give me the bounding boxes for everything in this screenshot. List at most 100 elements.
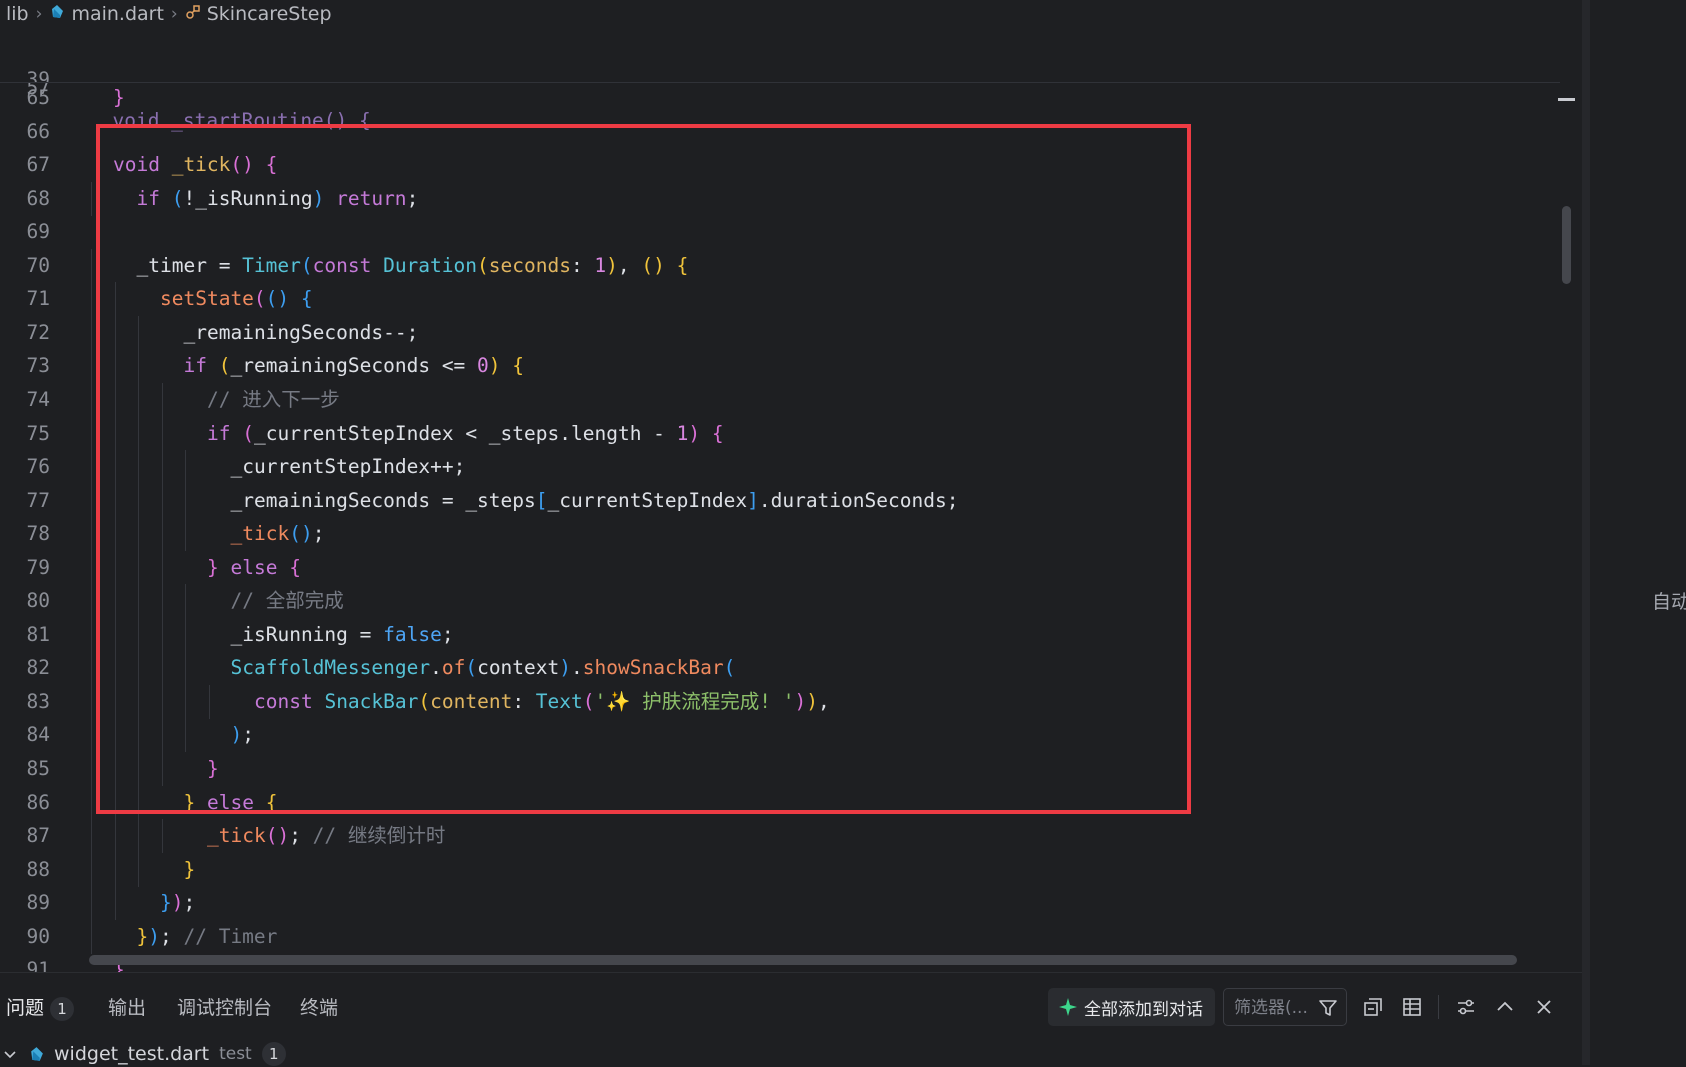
- code-line[interactable]: 73 if (_remainingSeconds <= 0) {: [0, 349, 1560, 384]
- chevron-up-icon[interactable]: [1494, 996, 1516, 1018]
- code-token: (: [218, 354, 231, 378]
- indent-guide: [91, 382, 92, 417]
- code-line[interactable]: 74 // 进入下一步: [0, 382, 1560, 417]
- code-line[interactable]: 87 _tick(); // 继续倒计时: [0, 819, 1560, 854]
- code-line[interactable]: 84);: [0, 718, 1560, 753]
- indent-guide: [114, 617, 116, 652]
- line-text: _currentStepIndex++;: [231, 450, 466, 483]
- code-token: if: [136, 186, 172, 210]
- code-line[interactable]: 67 void _tick() {: [0, 148, 1560, 181]
- line-number: 76: [26, 455, 50, 479]
- indent-guide: [161, 718, 163, 753]
- line-number: 81: [26, 622, 50, 646]
- line-number: 77: [26, 488, 50, 512]
- indent-guide: [138, 450, 139, 485]
- tab-terminal[interactable]: 终端: [300, 993, 338, 1023]
- code-line[interactable]: 89});: [0, 886, 1560, 921]
- close-icon[interactable]: [1533, 996, 1555, 1018]
- collapse-all-icon[interactable]: [1362, 996, 1384, 1018]
- code-token: _tick: [230, 522, 290, 546]
- problem-file-row[interactable]: widget_test.dart test 1: [0, 1041, 286, 1067]
- code-line[interactable]: 72 _remainingSeconds--;: [0, 315, 1560, 350]
- code-token: {: [512, 354, 525, 378]
- settings-sliders-icon[interactable]: [1455, 996, 1477, 1018]
- indent-guide: [91, 282, 92, 317]
- code-token: (: [253, 287, 266, 311]
- code-line[interactable]: 77 _remainingSeconds = _steps[_currentSte…: [0, 483, 1560, 518]
- add-all-to-chat-label: 全部添加到对话: [1084, 999, 1203, 1020]
- code-line[interactable]: 78 _tick();: [0, 517, 1560, 552]
- line-number: 65: [26, 86, 50, 109]
- code-token: _steps: [465, 488, 536, 512]
- code-token: ): [312, 186, 337, 210]
- code-token: .length: [559, 421, 654, 445]
- filter-field[interactable]: [1223, 988, 1347, 1026]
- indent-guide: [161, 819, 163, 854]
- indent-guide: [91, 651, 92, 686]
- tab-problems[interactable]: 问题 1: [6, 993, 75, 1023]
- line-text: const SnackBar(content: Text('✨ 护肤流程完成! …: [254, 685, 830, 718]
- editor-area[interactable]: lib › main.dart › SkincareStep 57 void _…: [0, 0, 1582, 981]
- code-token: {: [300, 287, 313, 311]
- code-token: .: [571, 656, 583, 680]
- breadcrumb-file[interactable]: main.dart: [71, 3, 163, 25]
- code-token: =: [218, 253, 243, 277]
- right-panel-label: 自动: [1651, 591, 1686, 613]
- code-token: (: [723, 656, 736, 680]
- code-token: :: [512, 689, 536, 713]
- code-line[interactable]: 86} else {: [0, 785, 1560, 820]
- code-token: ,: [818, 689, 830, 713]
- code-token: }: [207, 757, 219, 780]
- add-all-to-chat-button[interactable]: 全部添加到对话: [1048, 988, 1215, 1026]
- line-text: _remainingSeconds = _steps[_currentStepI…: [231, 484, 959, 517]
- tab-debug-console[interactable]: 调试控制台: [177, 993, 272, 1023]
- indent-guide: [161, 550, 163, 585]
- filter-input[interactable]: [1232, 995, 1316, 1021]
- code-line[interactable]: 76 _currentStepIndex++;: [0, 450, 1560, 485]
- indent-guide: [185, 617, 186, 652]
- tab-output[interactable]: 输出: [108, 993, 146, 1023]
- code-line[interactable]: 71 setState(() {: [0, 282, 1560, 317]
- table-view-icon[interactable]: [1401, 996, 1423, 1018]
- code-line[interactable]: 70 _timer = Timer(const Duration(seconds:…: [0, 248, 1560, 283]
- code-token: ): [688, 421, 712, 445]
- indent-guide: [138, 819, 139, 854]
- line-text: });: [160, 886, 195, 919]
- code-line[interactable]: 88}: [0, 852, 1560, 887]
- indent-guide: [91, 718, 92, 753]
- code-line[interactable]: 80 // 全部完成: [0, 584, 1560, 619]
- line-number: 89: [26, 891, 50, 915]
- code-line[interactable]: 90}); // Timer: [0, 919, 1560, 954]
- code-line[interactable]: 82 ScaffoldMessenger.of(context).showSnac…: [0, 651, 1560, 686]
- breadcrumb-symbol[interactable]: SkincareStep: [207, 3, 332, 25]
- code-line[interactable]: 85}: [0, 752, 1560, 786]
- code-line[interactable]: 83 const SnackBar(content: Text('✨ 护肤流程完成…: [0, 684, 1560, 719]
- code-line[interactable]: 79} else {: [0, 550, 1560, 585]
- code-line[interactable]: 65}: [0, 81, 1560, 114]
- code-line[interactable]: 75 if (_currentStepIndex < _steps.length …: [0, 416, 1560, 451]
- code-token: =: [441, 488, 466, 512]
- code-line[interactable]: 68 if (!_isRunning) return;: [0, 181, 1560, 216]
- code-line[interactable]: 81 _isRunning = false;: [0, 617, 1560, 652]
- code-line[interactable]: 66: [0, 115, 1560, 148]
- indent-guide: [185, 450, 186, 485]
- filter-icon[interactable]: [1318, 998, 1338, 1018]
- code-token: _currentStepIndex: [230, 455, 431, 479]
- line-text: } else {: [184, 786, 278, 819]
- horizontal-scrollbar[interactable]: [89, 955, 1517, 965]
- indent-guide: [91, 819, 92, 854]
- breadcrumb-folder[interactable]: lib: [6, 3, 29, 25]
- code-token: false: [383, 622, 442, 646]
- line-text: }); // Timer: [137, 920, 278, 953]
- vertical-scrollbar[interactable]: [1562, 206, 1571, 284]
- code-line[interactable]: 69: [0, 215, 1560, 248]
- sticky-scroll-header[interactable]: 39 class _SkincareRoutineScreenState ext…: [0, 30, 1560, 83]
- code-token: {: [676, 253, 689, 277]
- indent-guide: [114, 785, 116, 820]
- panel-divider[interactable]: [1582, 0, 1590, 1065]
- code-token: else: [230, 555, 290, 579]
- indent-guide: [114, 517, 116, 552]
- sticky-line[interactable]: 39 class _SkincareRoutineScreenState ext…: [0, 30, 1560, 82]
- code-token: '✨ 护肤流程完成! ': [594, 689, 795, 713]
- code-token: {: [711, 421, 724, 445]
